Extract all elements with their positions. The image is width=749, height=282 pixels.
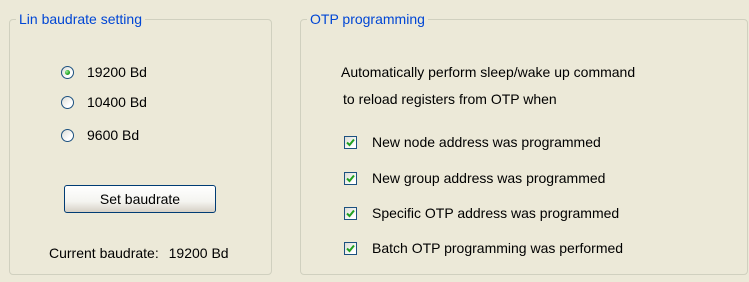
checkmark-icon [346, 209, 355, 217]
checkbox-new-group-address-label[interactable]: New group address was programmed [372, 170, 605, 186]
current-baudrate-value: 19200 Bd [168, 245, 229, 261]
checkbox-batch-otp-programming-label[interactable]: Batch OTP programming was performed [372, 240, 623, 256]
lin-baudrate-groupbox: Lin baudrate setting 19200 Bd 10400 Bd 9… [9, 11, 272, 275]
lin-baudrate-title: Lin baudrate setting [16, 11, 145, 27]
radio-9600-label[interactable]: 9600 Bd [87, 127, 139, 143]
set-baudrate-button[interactable]: Set baudrate [64, 185, 216, 213]
checkbox-new-group-address[interactable]: New group address was programmed [344, 168, 605, 188]
checkmark-icon [346, 244, 355, 252]
radio-19200-label[interactable]: 19200 Bd [87, 64, 147, 80]
checkbox-icon[interactable] [344, 135, 357, 149]
radio-button-icon[interactable] [61, 95, 74, 109]
checkbox-specific-otp-address-label[interactable]: Specific OTP address was programmed [372, 205, 619, 221]
otp-description-line2: to reload registers from OTP when [343, 91, 557, 107]
checkbox-batch-otp-programming[interactable]: Batch OTP programming was performed [344, 238, 623, 258]
checkbox-specific-otp-address[interactable]: Specific OTP address was programmed [344, 203, 619, 223]
checkbox-new-node-address-label[interactable]: New node address was programmed [372, 134, 601, 150]
checkbox-icon[interactable] [344, 241, 357, 255]
radio-button-icon[interactable] [61, 65, 74, 79]
checkbox-new-node-address[interactable]: New node address was programmed [344, 132, 601, 152]
checkmark-icon [346, 138, 355, 146]
radio-9600[interactable]: 9600 Bd [61, 125, 139, 145]
current-baudrate-row: Current baudrate: 19200 Bd [49, 245, 229, 261]
radio-button-icon[interactable] [61, 128, 74, 142]
current-baudrate-label: Current baudrate: [49, 245, 159, 261]
radio-10400-label[interactable]: 10400 Bd [87, 94, 147, 110]
radio-10400[interactable]: 10400 Bd [61, 92, 147, 112]
set-baudrate-button-label: Set baudrate [99, 191, 181, 207]
checkbox-icon[interactable] [344, 171, 357, 185]
radio-19200[interactable]: 19200 Bd [61, 62, 147, 82]
otp-description-line1: Automatically perform sleep/wake up comm… [341, 64, 636, 80]
checkmark-icon [346, 174, 355, 182]
otp-programming-groupbox: OTP programming Automatically perform sl… [300, 11, 748, 275]
otp-programming-title: OTP programming [307, 11, 428, 27]
checkbox-icon[interactable] [344, 206, 357, 220]
